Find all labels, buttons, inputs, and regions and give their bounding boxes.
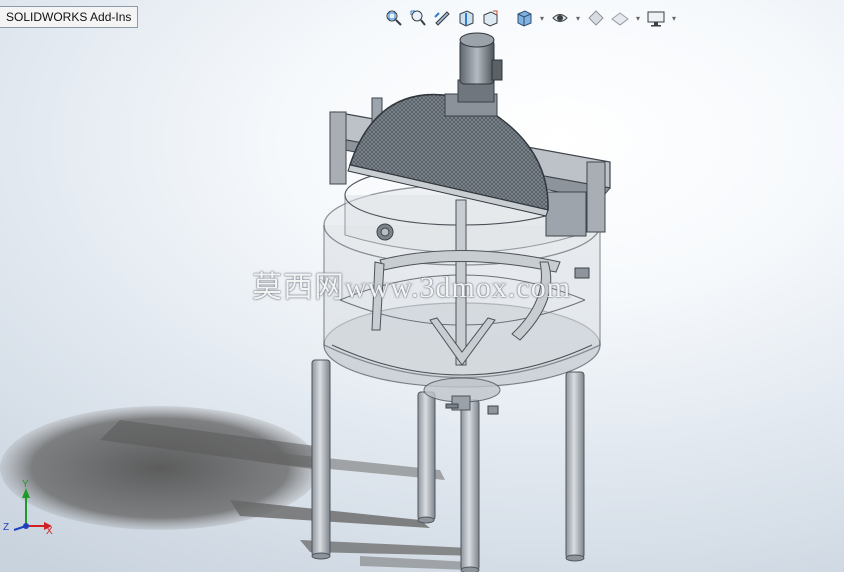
zoom-to-area-icon[interactable] [408,7,428,29]
triad-y-label: Y [22,479,29,490]
chevron-down-icon[interactable]: ▾ [538,7,546,29]
graphics-area[interactable]: Y X Z SOLIDWORKS Add-Ins ▾ ▾ ▾ ▾ 莫西网www.… [0,0,844,572]
triad-x-label: X [46,526,53,537]
heads-up-view-toolbar: ▾ ▾ ▾ ▾ [384,6,678,30]
display-style-icon[interactable] [550,7,570,29]
ground-shadow [0,406,480,570]
tab-solidworks-add-ins[interactable]: SOLIDWORKS Add-Ins [0,6,139,28]
view-orientation-icon[interactable] [514,7,534,29]
edit-appearance-icon[interactable] [610,7,630,29]
chevron-down-icon[interactable]: ▾ [634,7,642,29]
watermark-text: 莫西网www.3dmox.com [252,271,572,304]
apply-scene-icon[interactable] [646,7,666,29]
chevron-down-icon[interactable]: ▾ [574,7,582,29]
section-view-icon[interactable] [456,7,476,29]
triad-z-label: Z [3,522,9,533]
chevron-down-icon[interactable]: ▾ [670,7,678,29]
zoom-to-fit-icon[interactable] [384,7,404,29]
dynamic-annotation-view-icon[interactable] [480,7,500,29]
hide-show-items-icon[interactable] [586,7,606,29]
previous-view-icon[interactable] [432,7,452,29]
drive-motor [444,32,503,117]
